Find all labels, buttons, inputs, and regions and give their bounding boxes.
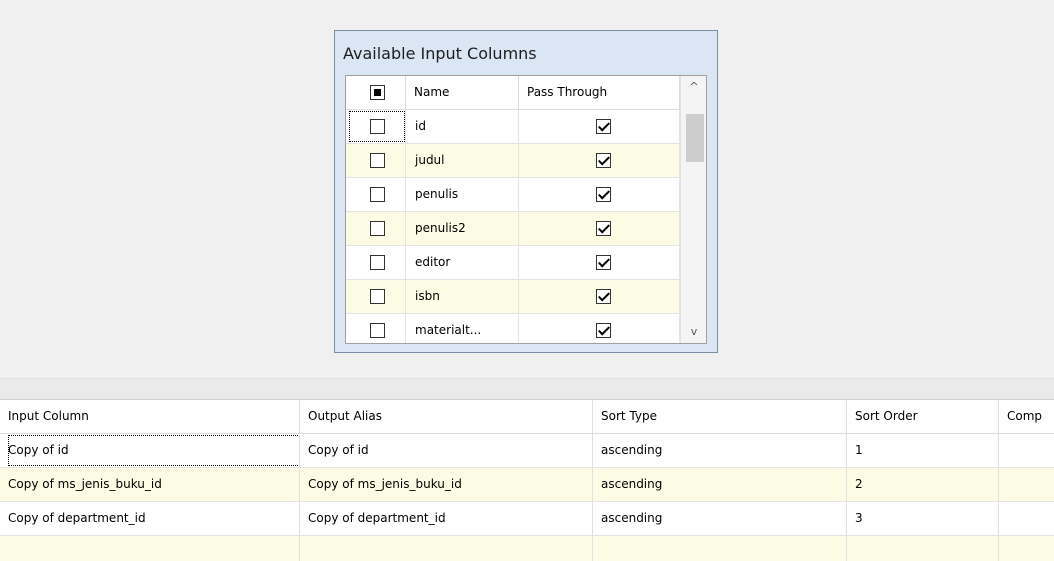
row-select-checkbox[interactable] bbox=[370, 221, 385, 236]
input-column-header[interactable]: Input Column bbox=[0, 400, 300, 433]
input-column-row[interactable]: penulis bbox=[346, 178, 680, 212]
pass-through-checkbox[interactable] bbox=[596, 221, 611, 236]
pass-through-checkbox[interactable] bbox=[596, 119, 611, 134]
available-input-columns-panel: Available Input Columns Name Pass Throug… bbox=[334, 30, 718, 353]
column-name: id bbox=[406, 110, 519, 143]
pass-through-cell[interactable] bbox=[519, 212, 680, 245]
row-select-cell[interactable] bbox=[346, 246, 406, 279]
output-alias-cell[interactable]: Copy of id bbox=[300, 434, 593, 467]
pass-through-checkbox[interactable] bbox=[596, 187, 611, 202]
output-alias-cell[interactable]: Copy of ms_jenis_buku_id bbox=[300, 468, 593, 501]
output-row[interactable] bbox=[0, 536, 1054, 561]
pass-through-checkbox[interactable] bbox=[596, 289, 611, 304]
sort-type-header[interactable]: Sort Type bbox=[593, 400, 847, 433]
sort-type-cell[interactable] bbox=[593, 536, 847, 561]
comparison-flags-cell[interactable] bbox=[999, 434, 1054, 467]
sort-type-cell[interactable]: ascending bbox=[593, 502, 847, 535]
comparison-flags-cell[interactable] bbox=[999, 468, 1054, 501]
row-select-checkbox[interactable] bbox=[370, 255, 385, 270]
input-column-row[interactable]: materialt... bbox=[346, 314, 680, 343]
pass-through-cell[interactable] bbox=[519, 144, 680, 177]
sort-order-cell[interactable]: 1 bbox=[847, 434, 999, 467]
pass-through-cell[interactable] bbox=[519, 314, 680, 343]
row-select-checkbox[interactable] bbox=[370, 119, 385, 134]
input-column-row[interactable]: editor bbox=[346, 246, 680, 280]
select-all-checkbox[interactable] bbox=[370, 85, 385, 100]
scroll-down-icon[interactable]: v bbox=[681, 321, 706, 343]
comparison-flags-cell[interactable] bbox=[999, 502, 1054, 535]
scroll-up-icon[interactable]: ^ bbox=[681, 76, 706, 98]
sort-type-cell[interactable]: ascending bbox=[593, 468, 847, 501]
input-columns-grid: Name Pass Through id judul penulis penulis2… bbox=[345, 75, 707, 344]
comparison-flags-cell[interactable] bbox=[999, 536, 1054, 561]
column-name: isbn bbox=[406, 280, 519, 313]
sort-order-cell[interactable] bbox=[847, 536, 999, 561]
grid-header: Name Pass Through bbox=[346, 76, 680, 110]
input-column-row[interactable]: isbn bbox=[346, 280, 680, 314]
sort-order-header[interactable]: Sort Order bbox=[847, 400, 999, 433]
comparison-flags-header[interactable]: Comp bbox=[999, 400, 1054, 433]
panel-title: Available Input Columns bbox=[343, 44, 537, 63]
input-column-row[interactable]: judul bbox=[346, 144, 680, 178]
vertical-scrollbar[interactable]: ^ v bbox=[680, 76, 706, 343]
column-name: penulis bbox=[406, 178, 519, 211]
sort-order-cell[interactable]: 3 bbox=[847, 502, 999, 535]
select-all-header[interactable] bbox=[346, 76, 406, 109]
name-column-header[interactable]: Name bbox=[406, 76, 519, 109]
column-name: materialt... bbox=[406, 314, 519, 343]
row-select-cell[interactable] bbox=[346, 314, 406, 343]
row-select-cell[interactable] bbox=[346, 212, 406, 245]
output-alias-header[interactable]: Output Alias bbox=[300, 400, 593, 433]
pass-through-column-header[interactable]: Pass Through bbox=[519, 76, 680, 109]
output-columns-grid: Input Column Output Alias Sort Type Sort… bbox=[0, 400, 1054, 561]
row-select-cell[interactable] bbox=[346, 110, 406, 143]
pass-through-cell[interactable] bbox=[519, 178, 680, 211]
row-select-checkbox[interactable] bbox=[370, 289, 385, 304]
row-select-cell[interactable] bbox=[346, 178, 406, 211]
pass-through-checkbox[interactable] bbox=[596, 255, 611, 270]
pass-through-checkbox[interactable] bbox=[596, 323, 611, 338]
output-grid-header: Input Column Output Alias Sort Type Sort… bbox=[0, 400, 1054, 434]
splitter[interactable] bbox=[0, 378, 1054, 400]
output-row[interactable]: Copy of id Copy of id ascending 1 bbox=[0, 434, 1054, 468]
input-column-cell[interactable]: Copy of ms_jenis_buku_id bbox=[0, 468, 300, 501]
row-select-checkbox[interactable] bbox=[370, 187, 385, 202]
row-select-checkbox[interactable] bbox=[370, 323, 385, 338]
row-select-checkbox[interactable] bbox=[370, 153, 385, 168]
output-row[interactable]: Copy of ms_jenis_buku_id Copy of ms_jenis… bbox=[0, 468, 1054, 502]
input-column-row[interactable]: penulis2 bbox=[346, 212, 680, 246]
row-select-cell[interactable] bbox=[346, 144, 406, 177]
pass-through-cell[interactable] bbox=[519, 246, 680, 279]
column-name: judul bbox=[406, 144, 519, 177]
input-column-row[interactable]: id bbox=[346, 110, 680, 144]
pass-through-checkbox[interactable] bbox=[596, 153, 611, 168]
output-row[interactable]: Copy of department_id Copy of department_… bbox=[0, 502, 1054, 536]
scroll-thumb[interactable] bbox=[686, 114, 704, 162]
column-name: editor bbox=[406, 246, 519, 279]
sort-order-cell[interactable]: 2 bbox=[847, 468, 999, 501]
output-alias-cell[interactable] bbox=[300, 536, 593, 561]
column-name: penulis2 bbox=[406, 212, 519, 245]
input-column-cell[interactable] bbox=[0, 536, 300, 561]
pass-through-cell[interactable] bbox=[519, 280, 680, 313]
pass-through-cell[interactable] bbox=[519, 110, 680, 143]
input-column-cell[interactable]: Copy of id bbox=[0, 434, 300, 467]
row-select-cell[interactable] bbox=[346, 280, 406, 313]
sort-type-cell[interactable]: ascending bbox=[593, 434, 847, 467]
input-column-cell[interactable]: Copy of department_id bbox=[0, 502, 300, 535]
output-alias-cell[interactable]: Copy of department_id bbox=[300, 502, 593, 535]
